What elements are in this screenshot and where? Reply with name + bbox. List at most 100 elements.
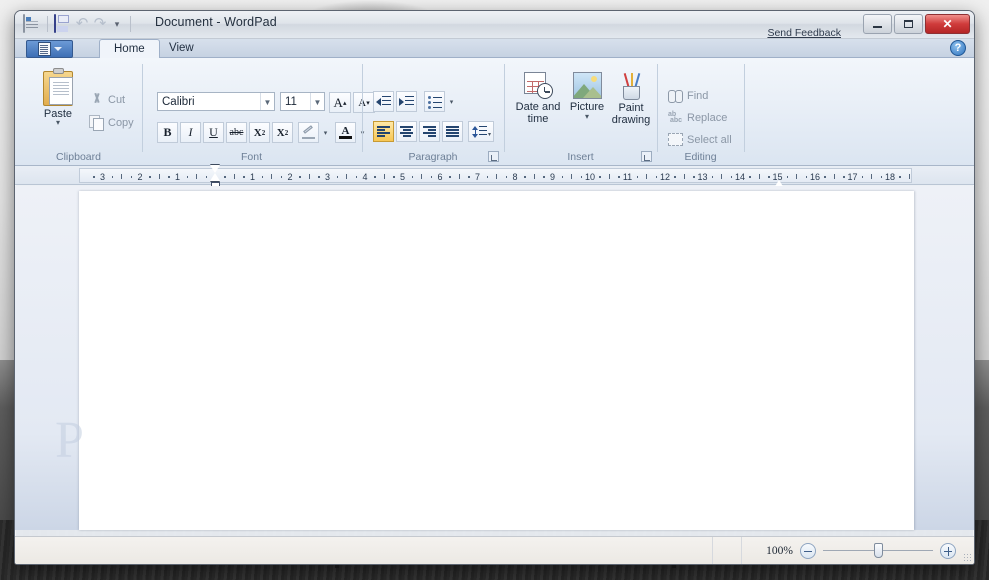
ruler-minor-tick	[599, 176, 601, 178]
file-menu-button[interactable]	[26, 40, 73, 58]
ribbon-group-paragraph: ▾ ▾ Paragraph	[363, 58, 503, 166]
date-and-time-button[interactable]: Date and time	[509, 70, 567, 125]
line-spacing-icon: ▾	[472, 125, 491, 138]
ruler-half-tick	[796, 174, 798, 179]
help-icon[interactable]: ?	[950, 40, 966, 56]
minimize-button[interactable]	[863, 14, 892, 34]
ruler-minor-tick	[674, 176, 676, 178]
ruler-half-tick	[121, 174, 123, 179]
decrease-indent-button[interactable]	[373, 91, 394, 112]
save-icon[interactable]	[54, 14, 72, 33]
qat-separator	[47, 16, 48, 32]
find-icon	[668, 89, 683, 103]
title-bar[interactable]: ↶ ↷ ▾ Document - WordPad Send Feedback ✕	[15, 11, 974, 39]
ruler-tick-label: 18	[884, 172, 896, 182]
grow-font-button[interactable]: A ▴	[329, 92, 351, 113]
editing-group-label: Editing	[684, 151, 717, 163]
ruler-minor-tick	[261, 176, 264, 178]
paragraph-dialog-launcher[interactable]	[488, 151, 499, 162]
zoom-in-button[interactable]	[940, 542, 956, 559]
ruler-tick-label: 9	[549, 172, 556, 182]
ruler-tick-label: 2	[287, 172, 293, 182]
chevron-down-icon[interactable]: ▼	[310, 93, 324, 110]
paste-caret-icon[interactable]: ▾	[56, 119, 60, 127]
font-family-input[interactable]: Calibri ▼	[157, 92, 275, 111]
superscript-button[interactable]: X2	[272, 122, 293, 143]
zoom-slider-track[interactable]	[823, 542, 933, 558]
align-left-button[interactable]	[373, 121, 394, 142]
paste-button[interactable]: Paste ▾	[31, 68, 85, 127]
tab-view[interactable]: View	[155, 39, 208, 58]
bullets-icon	[427, 95, 442, 109]
ruler-minor-tick	[899, 176, 901, 178]
subscript-button[interactable]: X2	[249, 122, 270, 143]
strikethrough-button[interactable]: abc	[226, 122, 247, 143]
ruler-half-tick	[458, 174, 460, 179]
subscript-label: X	[253, 126, 262, 139]
ruler-tick-label: 13	[697, 172, 708, 182]
picture-caret-icon[interactable]: ▾	[585, 113, 589, 121]
increase-indent-icon	[399, 95, 414, 108]
ruler-minor-tick	[355, 176, 358, 178]
chevron-down-icon[interactable]: ▼	[260, 93, 274, 110]
highlight-caret-icon[interactable]: ▾	[319, 122, 332, 143]
bullets-button[interactable]	[424, 91, 445, 112]
ruler-tick-label: 17	[847, 172, 858, 182]
date-and-time-label-line1: Date and	[515, 101, 561, 113]
ruler-tick-label: 2	[137, 172, 143, 182]
font-size-input[interactable]: 11 ▼	[280, 92, 325, 111]
select-all-button[interactable]: Select all	[668, 133, 732, 146]
send-feedback-link[interactable]: Send Feedback	[767, 27, 841, 39]
document-text[interactable]	[79, 191, 914, 530]
increase-indent-button[interactable]	[396, 91, 417, 112]
ruler-minor-tick	[618, 176, 620, 178]
undo-icon[interactable]: ↶	[74, 16, 90, 32]
zoom-controls: 100%	[766, 542, 956, 559]
wordpad-icon[interactable]	[23, 14, 41, 33]
justify-button[interactable]	[442, 121, 463, 142]
align-center-button[interactable]	[396, 121, 417, 142]
ruler-minor-tick	[693, 176, 695, 178]
underline-button[interactable]: U	[203, 122, 224, 143]
copy-button[interactable]: Copy	[89, 115, 134, 131]
paragraph-group-label: Paragraph	[408, 151, 458, 163]
ruler-minor-tick	[861, 176, 864, 178]
insert-dialog-launcher[interactable]	[641, 151, 652, 162]
align-left-icon	[377, 126, 390, 137]
cut-button[interactable]: Cut	[89, 92, 125, 107]
picture-button[interactable]: Picture ▾	[565, 72, 609, 121]
horizontal-ruler[interactable]: 3 2 1 1 2 3 4 5 6 7 8 9 10 11 12 13 14 15 16 17 18	[79, 165, 912, 188]
redo-icon[interactable]: ↷	[92, 16, 108, 32]
bold-button[interactable]: B	[157, 122, 178, 143]
ruler-minor-tick	[186, 176, 189, 178]
ruler-minor-tick	[843, 176, 845, 178]
align-right-button[interactable]	[419, 121, 440, 142]
ruler-half-tick	[908, 174, 910, 179]
group-separator-5	[744, 64, 745, 152]
ruler-minor-tick	[636, 176, 639, 178]
font-color-button[interactable]: A	[335, 122, 356, 143]
paint-drawing-button[interactable]: Paint drawing	[607, 70, 655, 126]
copy-icon	[89, 115, 104, 131]
replace-button[interactable]: ab abc Replace	[668, 111, 727, 124]
close-button[interactable]: ✕	[925, 14, 970, 34]
ruler-tick-label: 16	[809, 172, 821, 182]
line-spacing-button[interactable]: ▾	[468, 121, 494, 142]
document-page[interactable]	[79, 191, 914, 530]
ruler-minor-tick	[543, 176, 545, 178]
zoom-out-button[interactable]	[800, 542, 816, 559]
bullets-caret-icon[interactable]: ▾	[445, 91, 458, 112]
paste-icon	[41, 68, 75, 106]
text-highlight-button[interactable]	[298, 122, 319, 143]
tab-home[interactable]: Home	[99, 39, 160, 58]
ruler-minor-tick	[730, 176, 733, 178]
zoom-percent-label: 100%	[766, 544, 793, 557]
zoom-slider-thumb[interactable]	[873, 542, 883, 558]
ruler-half-tick	[496, 174, 498, 179]
resize-grip[interactable]	[963, 553, 972, 562]
customize-qat-icon[interactable]: ▾	[110, 15, 124, 33]
find-button[interactable]: Find	[668, 89, 708, 103]
ruler-tick-label: 14	[734, 172, 746, 182]
maximize-button[interactable]	[894, 14, 923, 34]
italic-button[interactable]: I	[180, 122, 201, 143]
